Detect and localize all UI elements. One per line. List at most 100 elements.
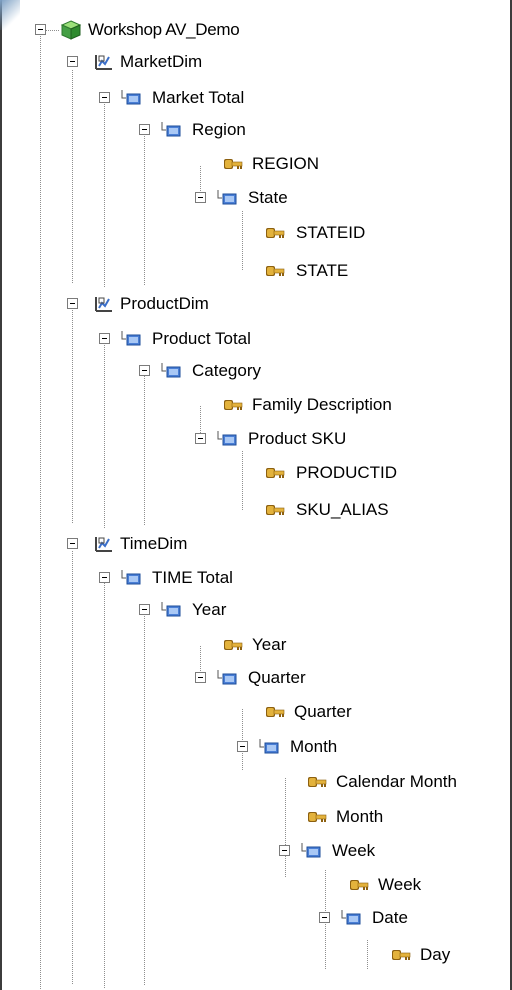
tree-node-year-attribute[interactable]: Year — [0, 633, 512, 657]
level-icon — [217, 670, 237, 685]
tree-node-label: Quarter — [248, 668, 306, 687]
dimension-icon — [95, 537, 112, 552]
key-icon — [224, 640, 243, 650]
level-icon — [121, 331, 141, 346]
tree-node-family-description[interactable]: Family Description — [0, 393, 512, 417]
level-icon — [161, 363, 181, 378]
collapse-toggle[interactable] — [67, 298, 78, 309]
tree-node-state-level[interactable]: State — [0, 186, 512, 210]
tree-node-marketdim[interactable]: MarketDim — [0, 50, 512, 74]
tree-node-label: Week — [378, 875, 422, 894]
collapse-toggle[interactable] — [237, 741, 248, 752]
tree-node-label: Product Total — [152, 329, 251, 348]
key-icon — [266, 266, 285, 276]
collapse-toggle[interactable] — [35, 24, 46, 35]
tree-node-label: Year — [252, 635, 287, 654]
tree-node-label: Year — [192, 600, 227, 619]
tree-node-label: TimeDim — [120, 534, 188, 553]
key-icon — [266, 707, 285, 717]
tree-node-month-level[interactable]: Month — [0, 735, 512, 759]
key-icon — [266, 505, 285, 515]
collapse-toggle[interactable] — [99, 333, 110, 344]
tree-node-sku-alias[interactable]: SKU_ALIAS — [0, 498, 512, 522]
collapse-toggle[interactable] — [67, 56, 78, 67]
tree-node-label: Month — [336, 807, 384, 826]
tree-node-month-attribute[interactable]: Month — [0, 805, 512, 829]
tree-node-label: TIME Total — [152, 568, 233, 587]
collapse-toggle[interactable] — [195, 192, 206, 203]
level-icon — [161, 122, 181, 137]
tree-node-label: Month — [290, 737, 338, 756]
collapse-toggle[interactable] — [139, 604, 150, 615]
key-icon — [266, 468, 285, 478]
tree-node-label: Product SKU — [248, 429, 347, 448]
tree-node-calendar-month[interactable]: Calendar Month — [0, 770, 512, 794]
tree-node-label: Quarter — [294, 702, 352, 721]
tree-node-label: SKU_ALIAS — [296, 500, 389, 519]
tree-node-label: Calendar Month — [336, 772, 457, 791]
tree-node-productid[interactable]: PRODUCTID — [0, 461, 512, 485]
tree-node-week-attribute[interactable]: Week — [0, 873, 512, 897]
collapse-toggle[interactable] — [99, 92, 110, 103]
collapse-toggle[interactable] — [139, 365, 150, 376]
level-icon — [217, 190, 237, 205]
tree-node-stateid[interactable]: STATEID — [0, 221, 512, 245]
key-icon — [308, 777, 327, 787]
tree-node-day[interactable]: Day — [0, 943, 512, 967]
key-icon — [266, 228, 285, 238]
tree-node-category[interactable]: Category — [0, 359, 512, 383]
level-icon — [121, 90, 141, 105]
key-icon — [224, 159, 243, 169]
tree-node-time-total[interactable]: TIME Total — [0, 566, 512, 590]
tree-node-week-level[interactable]: Week — [0, 839, 512, 863]
tree-node-workshop-av-demo[interactable]: Workshop AV_Demo — [0, 18, 512, 42]
tree-node-product-sku[interactable]: Product SKU — [0, 427, 512, 451]
cube-icon — [60, 20, 82, 40]
tree-node-quarter-attribute[interactable]: Quarter — [0, 700, 512, 724]
tree-node-quarter-level[interactable]: Quarter — [0, 666, 512, 690]
tree-node-label: Date — [372, 908, 408, 927]
tree-node-label: PRODUCTID — [296, 463, 398, 482]
tree-node-region-attribute[interactable]: REGION — [0, 152, 512, 176]
tree-node-product-total[interactable]: Product Total — [0, 327, 512, 351]
tree-node-label: Day — [420, 945, 451, 964]
tree-node-label: Region — [192, 120, 246, 139]
level-icon — [259, 739, 279, 754]
tree-node-label: Week — [332, 841, 376, 860]
dimension-icon — [95, 297, 112, 312]
tree-node-label: STATE — [296, 261, 349, 280]
tree-node-label: Category — [192, 361, 261, 380]
key-icon — [392, 950, 411, 960]
level-icon — [161, 602, 181, 617]
tree-node-label: STATEID — [296, 223, 366, 242]
tree-node-label: Workshop AV_Demo — [88, 20, 240, 39]
tree-node-label: ProductDim — [120, 294, 209, 313]
tree-node-label: Market Total — [152, 88, 245, 107]
dimension-icon — [95, 55, 112, 70]
collapse-toggle[interactable] — [139, 124, 150, 135]
level-icon — [301, 843, 321, 858]
tree-node-timedim[interactable]: TimeDim — [0, 532, 512, 556]
key-icon — [224, 400, 243, 410]
tree-node-label: State — [248, 188, 288, 207]
collapse-toggle[interactable] — [195, 433, 206, 444]
collapse-toggle[interactable] — [99, 572, 110, 583]
level-icon — [217, 431, 237, 446]
level-icon — [341, 910, 361, 925]
collapse-toggle[interactable] — [67, 538, 78, 549]
tree-node-region-level[interactable]: Region — [0, 118, 512, 142]
tree-node-year-level[interactable]: Year — [0, 598, 512, 622]
tree-node-label: Family Description — [252, 395, 392, 414]
tree-node-label: REGION — [252, 154, 320, 173]
tree-node-market-total[interactable]: Market Total — [0, 86, 512, 110]
tree-node-date-level[interactable]: Date — [0, 906, 512, 930]
tree-node-productdim[interactable]: ProductDim — [0, 292, 512, 316]
collapse-toggle[interactable] — [319, 912, 330, 923]
collapse-toggle[interactable] — [279, 845, 290, 856]
tree-node-state-attribute[interactable]: STATE — [0, 259, 512, 283]
level-icon — [121, 570, 141, 585]
collapse-toggle[interactable] — [195, 672, 206, 683]
tree-node-label: MarketDim — [120, 52, 203, 71]
key-icon — [308, 812, 327, 822]
hierarchy-tree: Workshop AV_Demo MarketDim Market Total … — [0, 0, 512, 990]
